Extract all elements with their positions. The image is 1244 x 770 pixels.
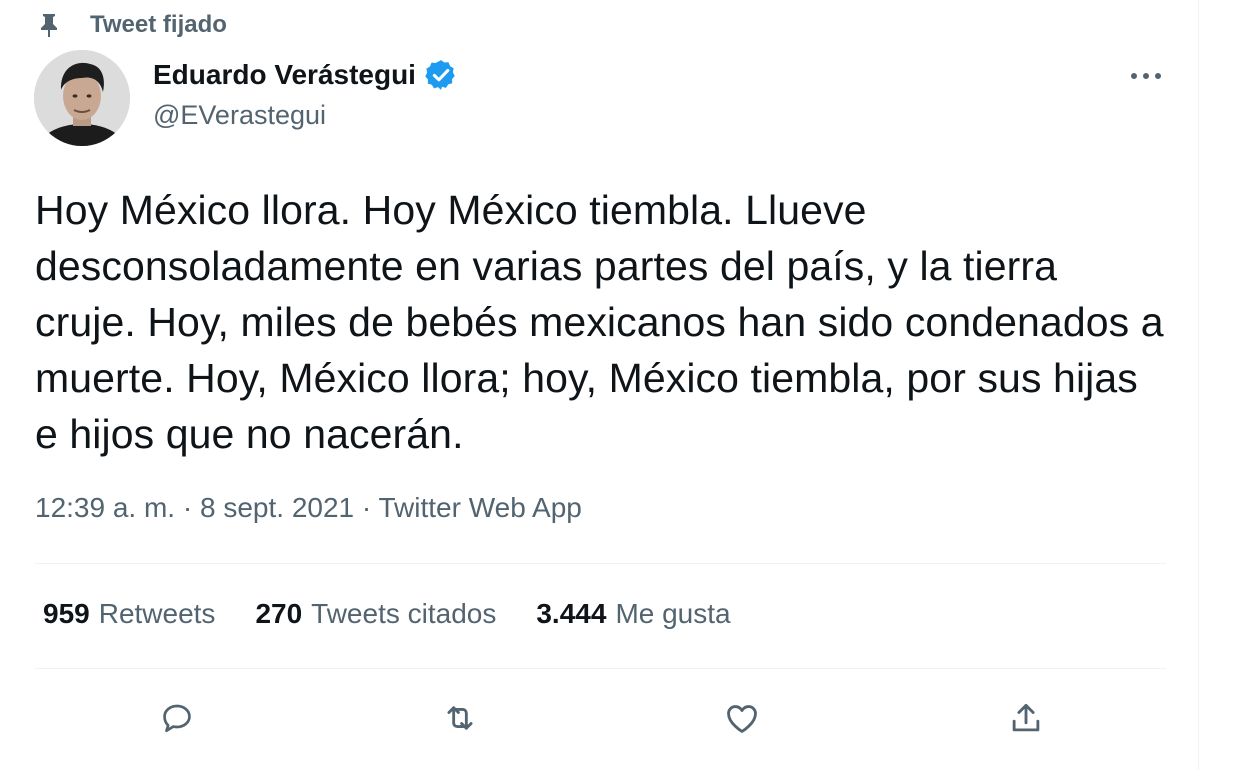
author-name-row[interactable]: Eduardo Verástegui bbox=[153, 58, 458, 92]
retweet-icon bbox=[447, 706, 473, 730]
pinned-label: Tweet fijado bbox=[90, 11, 227, 38]
pin-icon bbox=[36, 12, 62, 38]
author-name[interactable]: Eduardo Verástegui bbox=[153, 59, 416, 91]
quotes-count: 270 bbox=[255, 598, 303, 629]
share-button[interactable] bbox=[1002, 694, 1050, 742]
divider bbox=[35, 563, 1166, 564]
likes-label: Me gusta bbox=[615, 598, 731, 629]
reply-icon bbox=[163, 704, 191, 733]
tweet-time[interactable]: 12:39 a. m. bbox=[35, 492, 175, 523]
likes-stat[interactable]: 3.444 Me gusta bbox=[536, 598, 730, 630]
share-icon bbox=[1012, 703, 1040, 732]
meta-separator: · bbox=[354, 492, 379, 523]
tweet-date[interactable]: 8 sept. 2021 bbox=[200, 492, 354, 523]
more-options-icon[interactable] bbox=[1124, 60, 1168, 92]
verified-badge-icon bbox=[424, 58, 458, 92]
tweet-text: Hoy México llora. Hoy México tiembla. Ll… bbox=[35, 187, 1164, 457]
likes-count: 3.444 bbox=[536, 598, 607, 629]
tweet-source[interactable]: Twitter Web App bbox=[379, 492, 582, 523]
quotes-stat[interactable]: 270 Tweets citados bbox=[255, 598, 496, 630]
tweet-metadata: 12:39 a. m. · 8 sept. 2021 · Twitter Web… bbox=[35, 492, 582, 524]
quotes-label: Tweets citados bbox=[311, 598, 497, 629]
meta-separator: · bbox=[175, 492, 200, 523]
retweets-count: 959 bbox=[43, 598, 90, 629]
engagement-stats: 959 Retweets 270 Tweets citados 3.444 Me… bbox=[43, 598, 771, 630]
pinned-indicator: Tweet fijado bbox=[36, 10, 227, 40]
reply-button[interactable] bbox=[153, 694, 201, 742]
like-icon bbox=[727, 705, 757, 733]
author-handle[interactable]: @EVerastegui bbox=[153, 100, 326, 131]
retweets-label: Retweets bbox=[98, 598, 216, 629]
timeline-border bbox=[1198, 0, 1199, 770]
avatar[interactable] bbox=[34, 50, 130, 146]
divider bbox=[35, 668, 1166, 669]
retweet-button[interactable] bbox=[436, 694, 484, 742]
retweets-stat[interactable]: 959 Retweets bbox=[43, 598, 215, 630]
like-button[interactable] bbox=[718, 694, 766, 742]
